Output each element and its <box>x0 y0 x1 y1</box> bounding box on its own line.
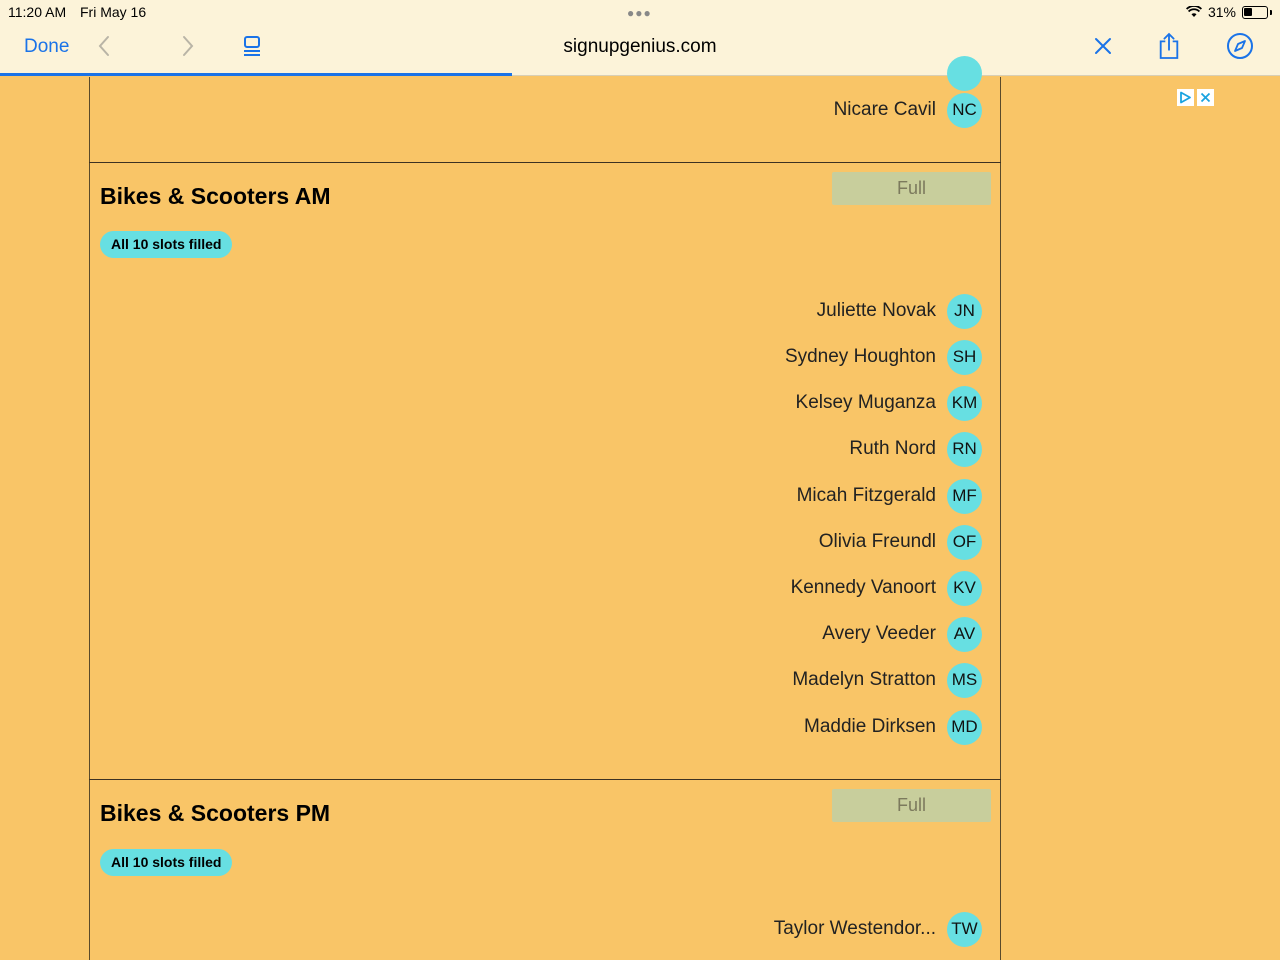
reader-icon[interactable] <box>240 32 264 60</box>
full-button[interactable]: Full <box>832 789 991 822</box>
browser-chrome: 11:20 AM Fri May 16 ●●● 31% Done signupg… <box>0 0 1280 76</box>
avatar: RN <box>947 431 982 467</box>
person-name: Taylor Westendor... <box>773 918 936 939</box>
slot-title: Bikes & Scooters PM <box>100 800 331 826</box>
ad-close-icon[interactable] <box>1197 89 1214 106</box>
compass-icon[interactable] <box>1226 32 1254 60</box>
list-item: Kennedy Vanoort KV <box>791 570 982 606</box>
ad-controls <box>1177 89 1214 106</box>
multitasking-dots-icon[interactable]: ●●● <box>627 6 652 20</box>
list-item: Olivia Freundl OF <box>819 524 982 560</box>
list-item: Taylor Westendor... TW <box>774 911 982 947</box>
avatar: TW <box>947 911 982 947</box>
avatar: MF <box>947 478 982 514</box>
list-item: Maddie Dirksen MD <box>804 709 982 745</box>
avatar: OF <box>947 524 982 560</box>
close-icon[interactable] <box>1091 32 1115 60</box>
person-name: Kelsey Muganza <box>795 392 936 413</box>
person-name: Madelyn Stratton <box>792 669 936 690</box>
person-name: Sydney Houghton <box>784 346 936 367</box>
wifi-icon <box>1185 6 1202 17</box>
battery-percent: 31% <box>1207 4 1236 20</box>
avatar-partial <box>947 56 982 91</box>
person-name: Juliette Novak <box>816 300 936 321</box>
list-item: Juliette Novak JN <box>817 293 982 329</box>
share-icon[interactable] <box>1157 32 1181 60</box>
avatar: SH <box>947 339 982 375</box>
status-right: 31% <box>1185 4 1272 20</box>
ad-choices-icon[interactable] <box>1177 89 1194 106</box>
list-item: Kelsey Muganza KM <box>796 385 982 421</box>
back-chevron-icon[interactable] <box>92 32 116 60</box>
slots-filled-badge: All 10 slots filled <box>100 849 233 876</box>
avatar: MS <box>947 662 982 698</box>
battery-icon <box>1242 5 1268 19</box>
avatar: KM <box>947 385 982 421</box>
list-item: Nicare Cavil NC <box>834 92 982 128</box>
section-divider <box>89 162 1001 163</box>
full-button[interactable]: Full <box>832 172 991 205</box>
slot-title: Bikes & Scooters AM <box>100 183 331 209</box>
section-divider <box>89 779 1001 780</box>
person-name: Olivia Freundl <box>818 531 936 552</box>
person-name: Kennedy Vanoort <box>790 577 936 598</box>
person-name: Maddie Dirksen <box>804 716 936 737</box>
done-button[interactable]: Done <box>24 36 69 58</box>
forward-chevron-icon[interactable] <box>176 32 200 60</box>
slots-filled-badge: All 10 slots filled <box>100 231 233 258</box>
list-item: Madelyn Stratton MS <box>792 662 982 698</box>
avatar: MD <box>947 709 982 745</box>
person-name: Nicare Cavil <box>833 99 936 120</box>
status-time: 11:20 AM <box>8 4 67 20</box>
list-item: Sydney Houghton SH <box>785 339 982 375</box>
person-name: Avery Veeder <box>822 623 936 644</box>
person-name: Ruth Nord <box>849 438 936 459</box>
avatar: NC <box>947 92 982 128</box>
person-name: Micah Fitzgerald <box>796 485 936 506</box>
list-item: Ruth Nord RN <box>849 431 982 467</box>
list-item: Avery Veeder AV <box>822 616 982 652</box>
avatar: JN <box>947 293 982 329</box>
list-item: Micah Fitzgerald MF <box>797 478 982 514</box>
avatar: AV <box>947 616 982 652</box>
avatar: KV <box>947 570 982 606</box>
page-load-progress <box>0 73 512 76</box>
status-date: Fri May 16 <box>80 4 147 20</box>
